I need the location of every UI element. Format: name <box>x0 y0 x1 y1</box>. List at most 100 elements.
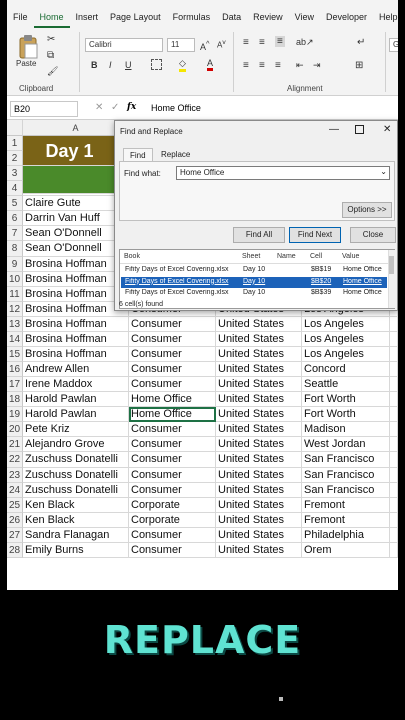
row-header[interactable]: 25 <box>7 497 23 513</box>
row-header[interactable]: 28 <box>7 542 23 558</box>
underline-icon[interactable]: U <box>125 60 132 70</box>
font-color-icon[interactable]: A <box>207 58 214 71</box>
font-size-box[interactable]: 11 <box>167 38 195 52</box>
find-all-button[interactable]: Find All <box>233 227 285 243</box>
ribbon-tab-view[interactable]: View <box>289 12 320 28</box>
merge-center-icon[interactable]: ⊞ <box>355 60 363 71</box>
maximize-icon[interactable] <box>355 125 364 134</box>
name-box[interactable]: B20 <box>10 101 78 117</box>
row-header[interactable]: 6 <box>7 211 23 227</box>
table-cell[interactable]: Los Angeles <box>302 346 390 363</box>
table-cell[interactable]: Home Office <box>129 407 216 423</box>
table-cell[interactable]: Concord <box>302 362 390 378</box>
row-header[interactable]: 14 <box>7 331 23 347</box>
result-row[interactable]: Fifity Days of Excel Covering.xlsx Day 10… <box>121 276 387 288</box>
table-cell[interactable]: Consumer <box>129 482 216 498</box>
table-cell[interactable]: Consumer <box>129 452 216 468</box>
table-cell[interactable]: Los Angeles <box>302 331 390 347</box>
table-cell[interactable]: United States <box>216 377 302 393</box>
row-header[interactable]: 15 <box>7 346 23 363</box>
table-cell[interactable]: Andrew Allen <box>23 362 129 378</box>
table-cell[interactable]: Fremont <box>302 512 390 528</box>
table-cell[interactable]: West Jordan <box>302 437 390 453</box>
table-cell[interactable] <box>390 407 398 423</box>
table-cell[interactable]: Consumer <box>129 346 216 363</box>
cancel-icon[interactable]: ✕ <box>95 102 103 113</box>
italic-icon[interactable]: I <box>109 60 112 70</box>
table-cell[interactable]: Harold Pawlan <box>23 407 129 423</box>
table-cell[interactable]: Home Office <box>129 392 216 408</box>
table-cell[interactable]: United States <box>216 542 302 558</box>
table-cell[interactable] <box>390 482 398 498</box>
align-center-icon[interactable]: ≡ <box>259 60 265 71</box>
ribbon-tab-insert[interactable]: Insert <box>70 12 105 28</box>
row-header[interactable]: 4 <box>7 181 23 197</box>
row-header[interactable]: 17 <box>7 377 23 393</box>
table-cell[interactable]: Corporate <box>129 497 216 513</box>
row-header[interactable]: 22 <box>7 452 23 468</box>
fill-color-icon[interactable]: ◇ <box>179 58 186 72</box>
row-header[interactable]: 10 <box>7 271 23 287</box>
table-cell[interactable]: United States <box>216 452 302 468</box>
row-header[interactable]: 12 <box>7 301 23 317</box>
ribbon-tab-file[interactable]: File <box>7 12 34 28</box>
table-cell[interactable]: United States <box>216 467 302 483</box>
row-header[interactable]: 9 <box>7 256 23 272</box>
table-cell[interactable]: Fort Worth <box>302 407 390 423</box>
table-cell[interactable]: Corporate <box>129 512 216 528</box>
copy-icon[interactable]: ⧉ <box>47 50 54 61</box>
align-right-icon[interactable]: ≡ <box>275 60 281 71</box>
options-button[interactable]: Options >> <box>342 202 392 218</box>
table-cell[interactable]: Zuschuss Donatelli <box>23 482 129 498</box>
close-button[interactable]: Close <box>350 227 396 243</box>
ribbon-tab-help[interactable]: Help <box>373 12 398 28</box>
table-cell[interactable]: Irene Maddox <box>23 377 129 393</box>
paste-icon[interactable] <box>17 34 39 60</box>
table-cell[interactable]: United States <box>216 392 302 408</box>
table-cell[interactable] <box>390 392 398 408</box>
corner-select-all[interactable] <box>7 120 23 136</box>
align-middle-icon[interactable]: ≡ <box>259 37 265 48</box>
table-cell[interactable] <box>390 437 398 453</box>
table-cell[interactable]: San Francisco <box>302 467 390 483</box>
table-cell[interactable]: United States <box>216 512 302 528</box>
table-cell[interactable]: United States <box>216 437 302 453</box>
table-cell[interactable]: Ken Black <box>23 497 129 513</box>
orientation-icon[interactable]: ab↗ <box>296 37 314 48</box>
table-cell[interactable]: Zuschuss Donatelli <box>23 452 129 468</box>
table-cell[interactable] <box>390 331 398 347</box>
table-cell[interactable]: Consumer <box>129 331 216 347</box>
table-cell[interactable]: Zuschuss Donatelli <box>23 467 129 483</box>
table-cell[interactable] <box>390 512 398 528</box>
row-header[interactable]: 21 <box>7 437 23 453</box>
table-cell[interactable]: Consumer <box>129 467 216 483</box>
table-cell[interactable]: Pete Kriz <box>23 422 129 438</box>
decrease-font-icon[interactable]: Av <box>217 39 226 50</box>
table-cell[interactable]: United States <box>216 362 302 378</box>
ribbon-tab-home[interactable]: Home <box>33 12 70 28</box>
borders-icon[interactable] <box>151 59 162 70</box>
row-header[interactable]: 16 <box>7 362 23 378</box>
table-cell[interactable]: Ken Black <box>23 512 129 528</box>
table-cell[interactable]: Harold Pawlan <box>23 392 129 408</box>
close-icon[interactable]: ✕ <box>383 124 391 135</box>
row-header[interactable]: 13 <box>7 316 23 332</box>
decrease-indent-icon[interactable]: ⇤ <box>296 60 304 71</box>
table-cell[interactable]: Emily Burns <box>23 542 129 558</box>
cut-icon[interactable]: ✂ <box>47 34 55 45</box>
chevron-down-icon[interactable]: ⌄ <box>380 167 387 176</box>
row-header[interactable]: 11 <box>7 286 23 302</box>
table-cell[interactable]: Brosina Hoffman <box>23 331 129 347</box>
row-header[interactable]: 26 <box>7 512 23 528</box>
row-header[interactable]: 18 <box>7 392 23 408</box>
minimize-icon[interactable]: — <box>329 124 339 135</box>
increase-indent-icon[interactable]: ⇥ <box>313 60 321 71</box>
result-row[interactable]: Fifity Days of Excel Covering.xlsx Day 10… <box>121 265 387 276</box>
table-cell[interactable]: Consumer <box>129 527 216 543</box>
number-format-box[interactable]: Gen <box>389 38 398 52</box>
table-cell[interactable] <box>390 452 398 468</box>
table-cell[interactable]: Brosina Hoffman <box>23 316 129 332</box>
ribbon-tab-developer[interactable]: Developer <box>320 12 373 28</box>
table-cell[interactable] <box>390 497 398 513</box>
scroll-thumb[interactable] <box>389 256 394 274</box>
